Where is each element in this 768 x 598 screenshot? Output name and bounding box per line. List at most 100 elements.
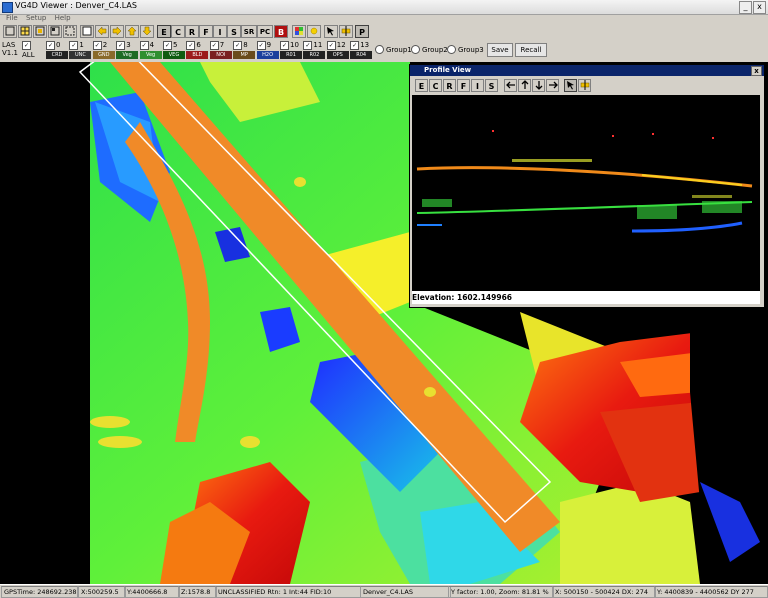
sr-mode-button[interactable]: SR [241, 25, 257, 38]
class-checkbox[interactable]: ✓ [46, 41, 55, 50]
class-checkbox[interactable]: ✓ [256, 41, 266, 50]
profile-tool-icon[interactable] [578, 79, 591, 92]
elevation-mode-button[interactable]: E [157, 25, 171, 38]
class-number: 11 [313, 41, 323, 49]
class-checkbox[interactable]: ✓ [139, 41, 149, 50]
menu-setup[interactable]: Setup [26, 14, 46, 22]
class-checkbox[interactable]: ✓ [326, 41, 336, 50]
group3-radio[interactable] [447, 45, 456, 54]
profile-title-bar[interactable]: Profile View x [410, 65, 764, 76]
profile-tool-icon[interactable] [339, 25, 353, 38]
class-toggle-0[interactable]: ✓ 0 CRD [46, 41, 69, 61]
class-toggle-5[interactable]: ✓ 5 VEG [163, 41, 186, 61]
class-toggle-10[interactable]: ✓ 10 R01 [280, 41, 303, 61]
classification-bar: LAS V1.1 ✓ ALL ✓ 0 CRD ✓ 1 UNC ✓ 2 GND ✓ 3 Veg ✓ 4 Veg… [0, 40, 768, 62]
profile-road-top [641, 174, 743, 186]
class-toggle-11[interactable]: ✓ 11 R02 [303, 41, 326, 61]
class-checkbox[interactable]: ✓ [350, 41, 360, 50]
profile-tool-r[interactable]: R [443, 79, 456, 92]
arrow-right-icon[interactable] [546, 79, 559, 92]
group2-option[interactable]: Group2 [411, 45, 448, 54]
status-x-range: X: 500150 - 500424 DX: 274 [552, 586, 656, 598]
profile-tool-i[interactable]: I [471, 79, 484, 92]
class-number: 6 [196, 41, 201, 49]
class-checkbox[interactable]: ✓ [280, 41, 289, 50]
class-toggle-1[interactable]: ✓ 1 UNC [69, 41, 92, 61]
group1-option[interactable]: Group1 [375, 45, 412, 54]
class-toggle-7[interactable]: ✓ 7 NOI [209, 41, 233, 61]
menu-help[interactable]: Help [55, 14, 71, 22]
close-button[interactable]: x [753, 1, 766, 14]
minimize-button[interactable]: _ [739, 1, 752, 14]
profile-close-button[interactable]: x [751, 66, 762, 76]
box-select-icon[interactable] [33, 25, 47, 38]
save-button[interactable]: Save [487, 43, 513, 57]
profile-points [416, 130, 753, 233]
class-code-swatch: NOI [209, 51, 232, 59]
arrow-down-icon[interactable] [532, 79, 545, 92]
group2-radio[interactable] [411, 45, 420, 54]
class-number: 13 [360, 41, 370, 49]
all-class-toggle[interactable]: ✓ ALL [22, 41, 45, 61]
extent-icon[interactable] [63, 25, 77, 38]
profile-tool-e[interactable]: E [415, 79, 428, 92]
profile-view-window[interactable]: Profile View x E C R F I S Elevation: 16… [409, 64, 765, 308]
class-checkbox[interactable]: ✓ [69, 41, 79, 50]
class-number: 8 [243, 41, 248, 49]
square-icon[interactable] [3, 25, 17, 38]
class-toggle-2[interactable]: ✓ 2 GND [92, 41, 116, 61]
class-toggle-12[interactable]: ✓ 12 OPS [326, 41, 350, 61]
class-checkbox[interactable]: ✓ [163, 41, 172, 50]
arrow-up-icon[interactable] [125, 25, 139, 38]
pointer-icon[interactable] [564, 79, 577, 92]
group3-option[interactable]: Group3 [447, 45, 484, 54]
profile-tool-f[interactable]: F [457, 79, 470, 92]
class-checkbox[interactable]: ✓ [233, 41, 243, 50]
pointer-icon[interactable] [324, 25, 338, 38]
return-mode-button[interactable]: R [185, 25, 199, 38]
zoom-icon[interactable] [48, 25, 62, 38]
class-code-swatch: VEG [163, 51, 185, 59]
group1-radio[interactable] [375, 45, 384, 54]
class-toggle-8[interactable]: ✓ 8 MP [233, 41, 256, 61]
sun-icon[interactable] [307, 25, 321, 38]
class-code-swatch: R01 [280, 51, 302, 59]
intensity-mode-button[interactable]: I [213, 25, 227, 38]
status-bar: GPSTime: 248692.23814 X:500259.5 Y:44006… [0, 584, 768, 598]
class-toggle-9[interactable]: ✓ 9 H2O [256, 41, 280, 61]
profile-canvas[interactable] [412, 95, 760, 291]
profile-tool-c[interactable]: C [429, 79, 442, 92]
all-checkbox[interactable]: ✓ [22, 41, 31, 50]
class-toggle-13[interactable]: ✓ 13 R04 [350, 41, 373, 61]
arrow-up-icon[interactable] [518, 79, 531, 92]
profile-tool-s[interactable]: S [485, 79, 498, 92]
p-mode-button[interactable]: P [355, 25, 369, 38]
arrow-down-icon[interactable] [140, 25, 154, 38]
profile-title: Profile View [424, 66, 472, 74]
b-mode-button[interactable]: B [274, 25, 288, 38]
status-y: Y:4400666.8 [124, 586, 180, 598]
recall-button[interactable]: Recall [515, 43, 547, 57]
menu-file[interactable]: File [6, 14, 18, 22]
class-checkbox[interactable]: ✓ [209, 41, 219, 50]
shaded-mode-button[interactable]: S [227, 25, 241, 38]
grid-icon[interactable] [18, 25, 32, 38]
class-checkbox[interactable]: ✓ [92, 41, 102, 50]
arrow-left-icon[interactable] [504, 79, 517, 92]
class-checkbox[interactable]: ✓ [116, 41, 126, 50]
class-toggle-6[interactable]: ✓ 6 BLD [186, 41, 209, 61]
class-toggle-3[interactable]: ✓ 3 Veg [116, 41, 139, 61]
color-mode-button[interactable]: C [171, 25, 185, 38]
status-zoom: Y factor: 1.00, Zoom: 81.81 % [448, 586, 554, 598]
arrow-right-icon[interactable] [110, 25, 124, 38]
flightline-mode-button[interactable]: F [199, 25, 213, 38]
color-ramp-icon[interactable] [292, 25, 306, 38]
class-checkbox[interactable]: ✓ [303, 41, 313, 50]
profile-noise-points [492, 130, 714, 139]
class-toggle-4[interactable]: ✓ 4 Veg [139, 41, 163, 61]
window-icon[interactable] [80, 25, 94, 38]
class-checkbox[interactable]: ✓ [186, 41, 196, 50]
pc-mode-button[interactable]: PC [257, 25, 273, 38]
void-area-left [0, 62, 90, 584]
arrow-left-icon[interactable] [95, 25, 109, 38]
